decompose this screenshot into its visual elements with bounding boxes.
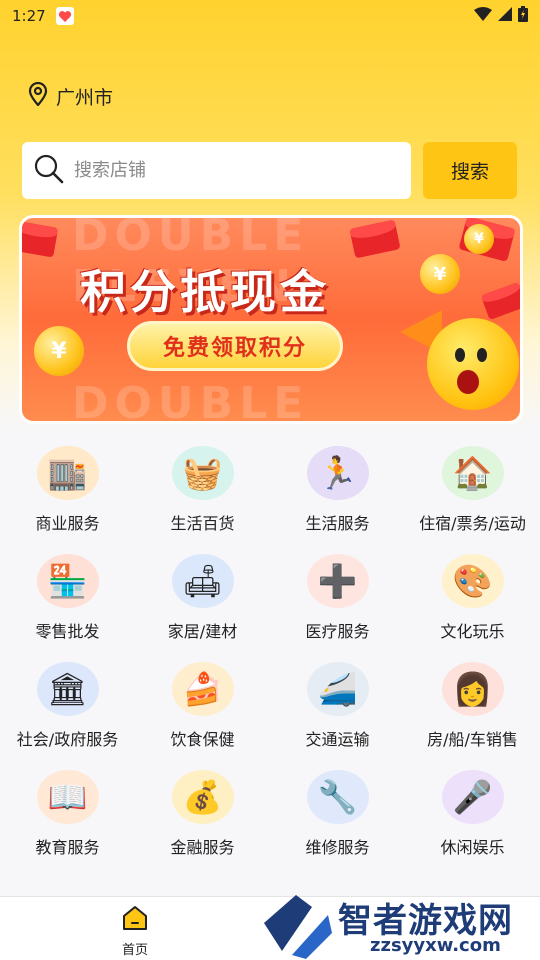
category-label: 医疗服务 — [305, 622, 370, 641]
sofa-icon: 🛋 — [171, 554, 234, 608]
microphone-icon: 🎤 — [441, 770, 504, 824]
category-item[interactable]: 📖 教育服务 — [0, 770, 135, 858]
nav-home-label: 首页 — [121, 943, 148, 958]
storefront-icon: 🏪 — [36, 554, 99, 608]
paint-palette-icon: 🎨 — [441, 554, 504, 608]
category-item[interactable]: 🎨 文化玩乐 — [405, 554, 540, 642]
train-icon: 🚄 — [306, 662, 369, 716]
search-input[interactable] — [74, 160, 374, 181]
coin-icon: ¥ — [34, 326, 84, 376]
coin-icon: ¥ — [420, 254, 460, 294]
red-envelope-icon — [22, 220, 59, 258]
category-item[interactable]: 🏬 商业服务 — [0, 446, 135, 534]
status-bar: 1:27 — [0, 0, 540, 32]
watermark-logo-icon — [264, 895, 332, 959]
nav-home[interactable]: 首页 — [110, 905, 160, 958]
category-grid: 🏬 商业服务 🧺 生活百货 🏃 生活服务 🏠 住宿/票务/运动 🏪 零售批发 🛋 家居/建材 ➕ 医疗服务… — [0, 446, 540, 858]
category-label: 教育服务 — [35, 838, 100, 857]
category-label: 房/船/车销售 — [427, 730, 518, 749]
category-item[interactable]: 🍰 饮食保健 — [135, 662, 270, 750]
status-time: 1:27 — [12, 7, 46, 25]
category-label: 生活服务 — [305, 514, 370, 533]
home-icon — [121, 905, 149, 935]
wifi-icon — [474, 7, 492, 25]
location-pin-icon — [28, 81, 48, 111]
promo-banner[interactable]: DOUBLE ELEVEN DOUBLE ELEVEN ¥ ¥ ¥ 积分抵现金 … — [19, 215, 523, 424]
category-label: 商业服务 — [35, 514, 100, 533]
category-item[interactable]: 🔧 维修服务 — [270, 770, 405, 858]
category-item[interactable]: 🏃 生活服务 — [270, 446, 405, 534]
shop-building-icon: 🏬 — [36, 446, 99, 500]
cake-icon: 🍰 — [171, 662, 234, 716]
category-label: 交通运输 — [305, 730, 370, 749]
location-selector[interactable]: 广州市 — [28, 81, 114, 111]
category-label: 饮食保健 — [170, 730, 235, 749]
search-icon — [34, 154, 64, 188]
banner-title: 积分抵现金 — [80, 265, 330, 319]
category-label: 家居/建材 — [167, 622, 238, 641]
category-label: 住宿/票务/运动 — [419, 514, 526, 533]
repairman-icon: 🔧 — [306, 770, 369, 824]
shopping-basket-icon: 🧺 — [171, 446, 234, 500]
battery-icon — [518, 6, 528, 26]
category-item[interactable]: 🚄 交通运输 — [270, 662, 405, 750]
treadmill-icon: 🏃 — [306, 446, 369, 500]
search-box[interactable] — [22, 142, 411, 199]
category-item[interactable]: 🛋 家居/建材 — [135, 554, 270, 642]
category-label: 零售批发 — [35, 622, 100, 641]
signal-icon — [498, 7, 512, 25]
coin-icon: ¥ — [464, 224, 494, 254]
category-item[interactable]: ➕ 医疗服务 — [270, 554, 405, 642]
search-button[interactable]: 搜索 — [423, 142, 517, 199]
category-item[interactable]: 🏠 住宿/票务/运动 — [405, 446, 540, 534]
category-label: 生活百货 — [170, 514, 235, 533]
watermark: 智者游戏网 zzsyyxw.com — [262, 893, 540, 960]
category-item[interactable]: 💰 金融服务 — [135, 770, 270, 858]
category-item[interactable]: 🎤 休闲娱乐 — [405, 770, 540, 858]
category-item[interactable]: 🧺 生活百货 — [135, 446, 270, 534]
government-building-icon: 🏛 — [36, 662, 99, 716]
category-label: 金融服务 — [170, 838, 235, 857]
category-label: 文化玩乐 — [440, 622, 505, 641]
heart-app-icon — [55, 7, 74, 25]
book-icon: 📖 — [36, 770, 99, 824]
house-map-icon: 🏠 — [441, 446, 504, 500]
banner-cta-button[interactable]: 免费领取积分 — [127, 321, 343, 371]
coin-cart-icon: 💰 — [171, 770, 234, 824]
medical-kit-icon: ➕ — [306, 554, 369, 608]
category-item[interactable]: 🏛 社会/政府服务 — [0, 662, 135, 750]
saleswoman-icon: 👩 — [441, 662, 504, 716]
category-label: 休闲娱乐 — [440, 838, 505, 857]
watermark-url: zzsyyxw.com — [370, 935, 501, 956]
location-city: 广州市 — [56, 87, 114, 109]
category-item[interactable]: 👩 房/船/车销售 — [405, 662, 540, 750]
category-label: 维修服务 — [305, 838, 370, 857]
status-icons — [474, 6, 528, 26]
mascot-icon — [427, 318, 519, 410]
category-label: 社会/政府服务 — [16, 730, 119, 749]
category-item[interactable]: 🏪 零售批发 — [0, 554, 135, 642]
